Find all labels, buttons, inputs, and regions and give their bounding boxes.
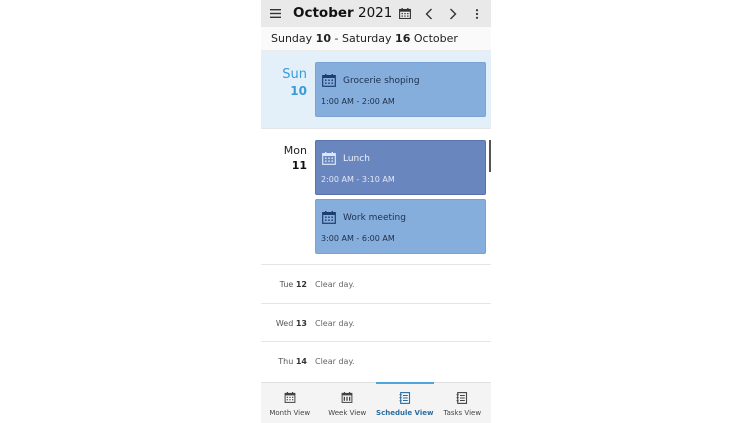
tasks-view-icon — [456, 392, 468, 404]
day-row-wed[interactable]: Wed 13 Clear day. — [261, 303, 491, 342]
week-start-date: 10 — [315, 32, 331, 45]
calendar-icon — [399, 8, 411, 19]
nav-month-view[interactable]: Month View — [261, 383, 319, 423]
nav-label: Month View — [269, 409, 311, 417]
day-section-mon: Mon 11 Lunch 2:00 AM - 3:10 AM Work meet… — [261, 128, 491, 264]
today-button[interactable] — [395, 0, 415, 27]
week-view-icon — [341, 392, 353, 403]
nav-week-view[interactable]: Week View — [319, 383, 377, 423]
day-row-thu[interactable]: Thu 14 Clear day. — [261, 341, 491, 380]
week-start-day: Sunday — [271, 32, 313, 45]
event-time: 2:00 AM - 3:10 AM — [321, 175, 395, 184]
event-calendar-icon — [322, 74, 336, 87]
event-title: Grocerie shoping — [343, 75, 420, 86]
more-vertical-icon — [475, 8, 479, 19]
event-title: Lunch — [343, 153, 370, 164]
day-number: 10 — [290, 84, 307, 98]
nav-tasks-view[interactable]: Tasks View — [434, 383, 492, 423]
event-time: 1:00 AM - 2:00 AM — [321, 97, 395, 106]
day-label[interactable]: Mon 11 — [261, 144, 307, 172]
day-section-sun: Sun 10 Grocerie shoping 1:00 AM - 2:00 A… — [261, 51, 491, 128]
year-label: 2021 — [357, 5, 393, 21]
week-end-date: 16 — [395, 32, 411, 45]
hamburger-menu-icon — [269, 9, 281, 18]
chevron-left-icon — [425, 8, 432, 19]
week-range: Sunday 10 - Saturday 16 October — [261, 27, 491, 51]
day-name: Mon — [283, 144, 307, 157]
day-number: 11 — [291, 159, 307, 172]
event-card[interactable]: Lunch 2:00 AM - 3:10 AM — [315, 140, 486, 195]
menu-button[interactable] — [265, 0, 285, 27]
clear-day-text: Clear day. — [315, 280, 355, 289]
day-label[interactable]: Sun 10 — [261, 67, 307, 98]
month-view-icon — [284, 392, 296, 403]
bottom-navigation: Month View Week View Schedule View Tasks… — [261, 382, 491, 423]
event-calendar-icon — [322, 152, 336, 165]
event-card[interactable]: Work meeting 3:00 AM - 6:00 AM — [315, 199, 486, 254]
previous-button[interactable] — [419, 0, 439, 27]
schedule-view-icon — [399, 392, 410, 404]
month-year-title[interactable]: October 2021 — [293, 5, 392, 21]
top-bar: October 2021 — [261, 0, 491, 27]
nav-label: Schedule View — [376, 409, 434, 417]
chevron-right-icon — [450, 8, 457, 19]
week-end-day: Saturday — [341, 32, 392, 45]
event-card[interactable]: Grocerie shoping 1:00 AM - 2:00 AM — [315, 62, 486, 117]
month-label: October — [293, 5, 354, 21]
next-button[interactable] — [443, 0, 463, 27]
day-name: Sun — [282, 67, 307, 82]
more-options-button[interactable] — [467, 0, 487, 27]
calendar-app: October 2021 Sunday 10 - Saturday 16 Oct… — [261, 0, 491, 423]
day-label: Wed 13 — [275, 319, 307, 328]
day-label: Tue 12 — [279, 280, 307, 289]
clear-day-text: Clear day. — [315, 357, 355, 366]
week-end-month: October — [413, 32, 458, 45]
nav-label: Tasks View — [443, 409, 482, 417]
clear-day-text: Clear day. — [315, 319, 355, 328]
week-range-separator: - — [334, 32, 339, 45]
event-calendar-icon — [322, 211, 336, 224]
nav-label: Week View — [328, 409, 367, 417]
scrollbar[interactable] — [489, 140, 491, 172]
day-label: Thu 14 — [278, 357, 307, 366]
event-title: Work meeting — [343, 212, 406, 223]
event-time: 3:00 AM - 6:00 AM — [321, 234, 395, 243]
nav-schedule-view[interactable]: Schedule View — [376, 382, 434, 423]
day-row-tue[interactable]: Tue 12 Clear day. — [261, 264, 491, 303]
